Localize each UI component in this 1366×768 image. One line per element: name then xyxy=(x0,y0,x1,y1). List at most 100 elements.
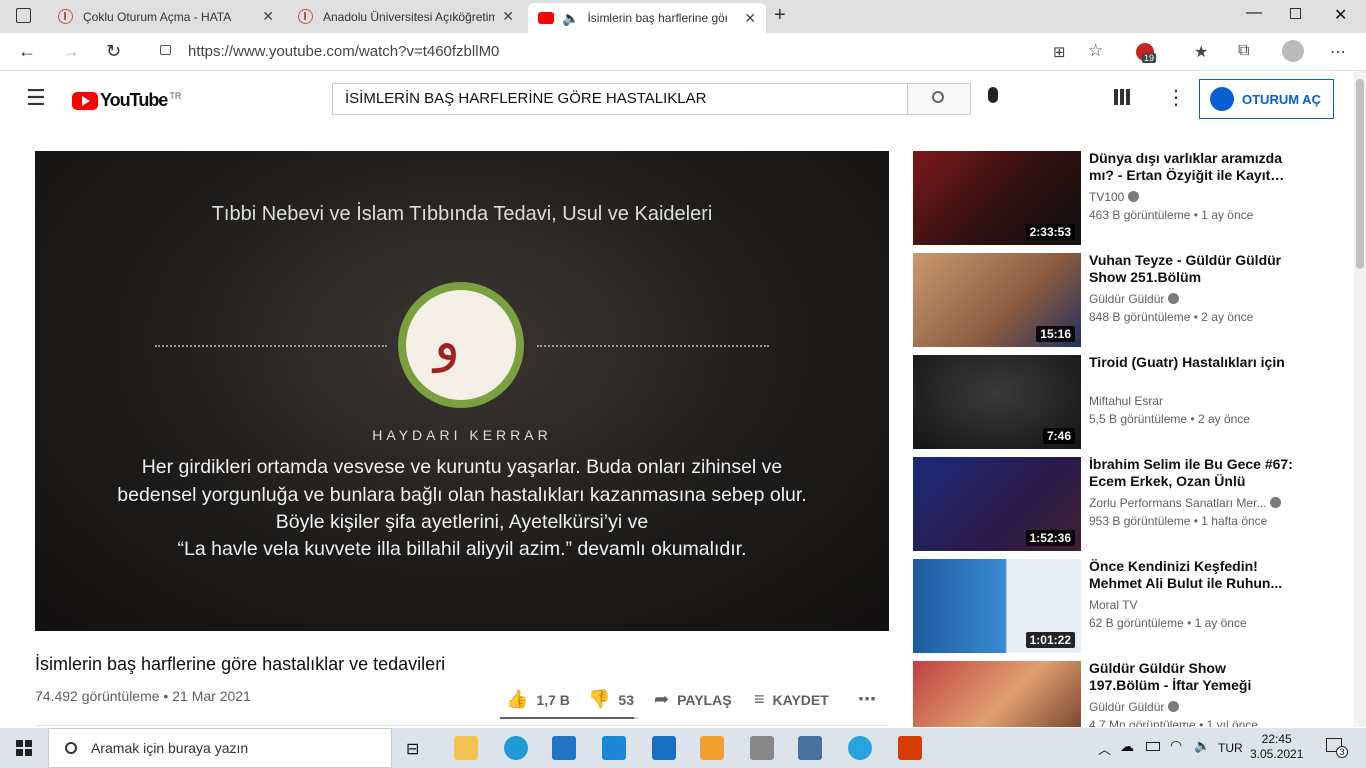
video-thumbnail[interactable] xyxy=(913,661,1081,727)
restore-icon[interactable] xyxy=(1290,8,1301,19)
scrollbar-thumb[interactable] xyxy=(1356,79,1364,269)
tab-2[interactable]: Anadolu Üniversitesi Açıköğretim ✕ xyxy=(288,2,524,31)
video-text-line: Her girdikleri ortamda vesvese ve kurunt… xyxy=(141,456,783,478)
forward-icon[interactable]: → xyxy=(62,41,80,62)
new-tab-icon[interactable]: + xyxy=(774,4,786,27)
recommendation-item[interactable]: Güldür Güldür Show 197.Bölüm - İftar Yem… xyxy=(913,661,1333,727)
refresh-icon[interactable]: ↻ xyxy=(106,41,121,62)
upload-date: 21 Mar 2021 xyxy=(172,688,251,704)
recommendation-title[interactable]: İbrahim Selim ile Bu Gece #67: Ecem Erke… xyxy=(1089,456,1299,490)
signin-button[interactable]: OTURUM AÇ xyxy=(1199,79,1334,119)
collections-icon[interactable]: ⧉ xyxy=(1238,42,1249,60)
video-brand-text: HAYDARI KERRAR xyxy=(372,427,552,443)
like-button[interactable]: 👍 1,7 B xyxy=(506,689,570,710)
office-icon[interactable] xyxy=(898,736,922,760)
channel-name[interactable]: Moral TV xyxy=(1089,598,1137,612)
video-thumbnail[interactable]: 2:33:53 xyxy=(913,151,1081,245)
task-view-icon[interactable]: ⊟ xyxy=(406,739,419,759)
close-icon[interactable]: ✕ xyxy=(502,8,514,25)
share-label: PAYLAŞ xyxy=(677,691,732,708)
recommendation-title[interactable]: Güldür Güldür Show 197.Bölüm - İftar Yem… xyxy=(1089,661,1299,694)
window-close-icon[interactable]: ✕ xyxy=(1334,5,1347,25)
recommendation-item[interactable]: 2:33:53 Dünya dışı varlıklar aramızda mı… xyxy=(913,150,1333,245)
orange-app-icon[interactable] xyxy=(700,736,724,760)
channel-name[interactable]: Zorlu Performans Sanatları Mer... xyxy=(1089,496,1266,510)
favorites-icon[interactable]: ★ xyxy=(1194,42,1208,62)
search-button[interactable] xyxy=(907,83,971,115)
tab-3-active[interactable]: 🔈 İsimlerin baş harflerine göre ✕ xyxy=(528,3,766,33)
url-field[interactable]: https://www.youtube.com/watch?v=t460fzbl… xyxy=(146,37,1116,67)
menu-icon[interactable]: ☰ xyxy=(26,85,46,111)
close-icon[interactable]: ✕ xyxy=(262,8,274,25)
video-thumbnail[interactable]: 7:46 xyxy=(913,355,1081,449)
cloud-icon[interactable]: ☁ xyxy=(1120,738,1134,755)
settings-more-icon[interactable]: ⋮ xyxy=(1166,85,1186,110)
volume-icon[interactable]: 🔈 xyxy=(1194,738,1210,754)
upload-age: 1 yıl önce xyxy=(1206,718,1258,727)
tray-arrow-icon[interactable]: ︿ xyxy=(1098,739,1111,758)
playlist-add-icon: ≡ xyxy=(754,689,765,709)
recommendation-title[interactable]: Vuhan Teyze - Güldür Güldür Show 251.Böl… xyxy=(1089,252,1299,286)
upload-age: 1 ay önce xyxy=(1194,616,1247,630)
apps-grid-icon[interactable] xyxy=(1114,89,1130,105)
edge-browser-icon[interactable] xyxy=(504,736,528,760)
tab-1[interactable]: Çoklu Oturum Açma - HATA ✕ xyxy=(48,2,284,31)
battery-icon[interactable] xyxy=(1146,742,1160,751)
more-icon[interactable]: ⋯ xyxy=(1330,42,1346,62)
speaker-icon[interactable]: 🔈 xyxy=(562,10,579,27)
l-app-icon[interactable] xyxy=(602,736,626,760)
minimize-icon[interactable]: — xyxy=(1246,4,1262,22)
channel-name[interactable]: Miftahul Esrar xyxy=(1089,394,1163,408)
view-count: 848 B görüntüleme xyxy=(1089,310,1191,324)
save-button[interactable]: ≡ KAYDET xyxy=(754,689,829,710)
microphone-icon[interactable] xyxy=(988,87,998,103)
signin-label: OTURUM AÇ xyxy=(1242,91,1321,107)
close-icon[interactable]: ✕ xyxy=(744,10,756,27)
taskbar-search-input[interactable]: Aramak için buraya yazın xyxy=(48,728,392,768)
audio-visualizer-left xyxy=(155,345,387,348)
recommendation-item[interactable]: 7:46 Tiroid (Guatr) Hastalıkları için Mi… xyxy=(913,354,1333,449)
video-thumbnail[interactable]: 1:52:36 xyxy=(913,457,1081,551)
video-thumbnail[interactable]: 15:16 xyxy=(913,253,1081,347)
telegram-icon[interactable] xyxy=(848,736,872,760)
network-app-icon[interactable] xyxy=(798,736,822,760)
thumbs-down-icon: 👎 xyxy=(588,689,611,709)
recommendation-item[interactable]: 15:16 Vuhan Teyze - Güldür Güldür Show 2… xyxy=(913,252,1333,347)
mail-icon[interactable] xyxy=(552,736,576,760)
video-text-line: “La havle vela kuvvete illa billahil ali… xyxy=(177,538,747,560)
back-icon[interactable]: ← xyxy=(18,41,36,62)
video-thumbnail[interactable]: 1:01:22 xyxy=(913,559,1081,653)
language-indicator[interactable]: TUR xyxy=(1218,741,1243,755)
account-icon xyxy=(1210,87,1234,111)
favorite-add-icon[interactable]: ☆ xyxy=(1088,41,1103,61)
extension-badge: 19 xyxy=(1142,53,1157,63)
profile-avatar[interactable] xyxy=(1282,40,1304,62)
recommendation-item[interactable]: 1:01:22 Önce Kendinizi Keşfedin! Mehmet … xyxy=(913,558,1333,653)
recommendation-title[interactable]: Önce Kendinizi Keşfedin! Mehmet Ali Bulu… xyxy=(1089,558,1299,592)
youtube-logo[interactable]: YouTube TR xyxy=(72,90,181,111)
dislike-button[interactable]: 👎 53 xyxy=(588,689,634,710)
search-icon xyxy=(65,742,77,754)
apps-icon[interactable]: ⊞ xyxy=(1053,43,1066,61)
tab-title: İsimlerin baş harflerine göre xyxy=(587,11,728,25)
channel-name[interactable]: Güldür Güldür xyxy=(1089,700,1164,714)
recommendation-title[interactable]: Dünya dışı varlıklar aramızda mı? - Erta… xyxy=(1089,150,1299,184)
video-player[interactable]: Tıbbi Nebevi ve İslam Tıbbında Tedavi, U… xyxy=(35,151,889,631)
file-explorer-icon[interactable] xyxy=(454,736,478,760)
channel-name[interactable]: Güldür Güldür xyxy=(1089,292,1164,306)
channel-name[interactable]: TV100 xyxy=(1089,190,1124,204)
calculator-icon[interactable] xyxy=(750,736,774,760)
app-icon[interactable] xyxy=(652,736,676,760)
system-clock[interactable]: 22:45 3.05.2021 xyxy=(1250,732,1303,762)
lock-icon[interactable] xyxy=(160,45,171,55)
windows-start-icon[interactable] xyxy=(16,740,32,756)
search-input[interactable]: İSİMLERİN BAŞ HARFLERİNE GÖRE HASTALIKLA… xyxy=(332,83,908,115)
more-actions-button[interactable]: ⋯ xyxy=(858,689,884,710)
share-button[interactable]: ➦ PAYLAŞ xyxy=(654,689,732,710)
wifi-icon[interactable]: ◠ xyxy=(1170,737,1182,754)
recommendation-item[interactable]: 1:52:36 İbrahim Selim ile Bu Gece #67: E… xyxy=(913,456,1333,551)
tab-actions-icon[interactable] xyxy=(16,8,31,23)
youtube-favicon-icon xyxy=(538,12,554,24)
recommendation-title[interactable]: Tiroid (Guatr) Hastalıkları için xyxy=(1089,354,1299,371)
page-scrollbar[interactable] xyxy=(1354,71,1366,727)
